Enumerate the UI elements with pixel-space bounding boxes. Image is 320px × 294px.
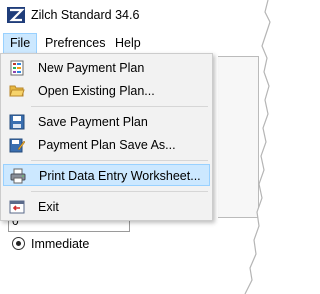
menu-item-label: Open Existing Plan... [38, 84, 155, 98]
menu-help[interactable]: Help [109, 33, 147, 54]
printer-icon [10, 168, 26, 184]
menu-item-print-data-entry-worksheet[interactable]: Print Data Entry Worksheet... [3, 164, 210, 186]
folder-open-icon [9, 85, 25, 97]
window-title: Zilch Standard 34.6 [31, 8, 140, 22]
menu-separator [31, 191, 208, 192]
torn-edge [244, 0, 275, 294]
exit-icon [9, 200, 25, 214]
file-menu-dropdown: New Payment Plan Open Existing Plan... S… [0, 53, 213, 221]
menu-bar: File Prefrences Help [0, 33, 275, 54]
title-bar: Zilch Standard 34.6 [0, 0, 275, 30]
menu-item-exit[interactable]: Exit [3, 196, 210, 218]
save-icon [9, 114, 25, 130]
menu-item-label: Print Data Entry Worksheet... [39, 169, 201, 183]
menu-item-new-payment-plan[interactable]: New Payment Plan [3, 57, 210, 79]
menu-prefrences[interactable]: Prefrences [39, 33, 111, 54]
menu-separator [31, 160, 208, 161]
menu-item-label: Exit [38, 200, 59, 214]
menu-item-label: Save Payment Plan [38, 115, 148, 129]
menu-item-open-existing-plan[interactable]: Open Existing Plan... [3, 80, 210, 102]
menu-item-payment-plan-save-as[interactable]: Payment Plan Save As... [3, 134, 210, 156]
menu-item-label: New Payment Plan [38, 61, 145, 75]
immediate-radio-label: Immediate [31, 237, 90, 251]
new-plan-icon [10, 60, 24, 76]
menu-file[interactable]: File [3, 33, 37, 54]
save-as-icon [9, 138, 25, 153]
menu-item-save-payment-plan[interactable]: Save Payment Plan [3, 111, 210, 133]
menu-separator [31, 106, 208, 107]
app-logo-icon [7, 7, 25, 23]
immediate-radio[interactable] [12, 237, 25, 250]
menu-item-label: Payment Plan Save As... [38, 138, 176, 152]
